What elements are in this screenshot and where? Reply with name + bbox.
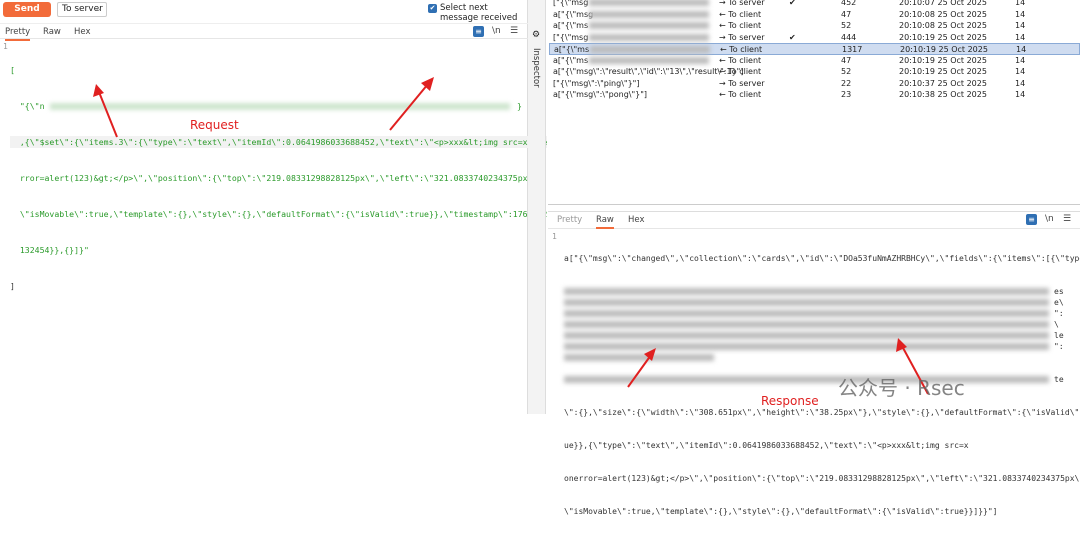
cell-n: 14	[1015, 0, 1026, 7]
cell-len: 52	[841, 21, 852, 30]
cell-dir: ← To client	[719, 55, 762, 65]
cell-n: 14	[1015, 55, 1026, 65]
cell-check: ✔	[789, 32, 796, 42]
cell-time: 20:10:07 25 Oct 2025	[899, 0, 987, 7]
redacted-block	[590, 46, 710, 53]
history-row[interactable]: a["{\"msg ← To client 47 20:10:08 25 Oct 20…	[549, 9, 1080, 21]
history-row[interactable]: a["{\"msg\":\"result\",\"id\":\"13\",\"r…	[549, 66, 1080, 78]
annotation-arrows	[627, 338, 929, 395]
cell-n: 14	[1015, 78, 1026, 88]
cell-msg: a["{\"ms	[553, 55, 589, 65]
cell-len: 444	[841, 32, 857, 42]
code-line: ]	[10, 281, 15, 291]
code-line: onerror=alert(123)&gt;</p>\",\"position\…	[564, 474, 1080, 483]
cell-n: 14	[1015, 21, 1026, 30]
cell-len: 47	[841, 9, 852, 19]
response-annotation: Response	[761, 394, 819, 408]
annotation-arrows	[93, 77, 434, 138]
history-row[interactable]: ["{\"msg → To server ✔ 452 20:10:07 25 Oct 2…	[549, 0, 1080, 9]
cell-len: 23	[841, 90, 852, 99]
cell-len: 47	[841, 55, 852, 65]
cell-dir: ← To client	[719, 90, 762, 99]
response-pane: Pretty Raw Hex ≡ \n ☰ 1 a["{\"msg\":\"ch…	[548, 211, 1080, 516]
redacted-block	[589, 0, 709, 6]
cell-msg: a["{\"msg	[553, 9, 594, 19]
cell-dir: ← To client	[719, 9, 762, 19]
redacted-block	[589, 33, 709, 41]
cell-len: 22	[841, 78, 852, 88]
history-row[interactable]: a["{\"msg\":\"pong\"}"] ← To client 23 20:1…	[549, 89, 1080, 101]
inspector-icon: ⚙	[532, 30, 541, 40]
cell-msg: a["{\"ms	[553, 21, 589, 30]
cell-dir: → To server	[719, 78, 765, 88]
cell-n: 14	[1015, 67, 1026, 76]
redacted-block	[589, 22, 709, 29]
cell-msg: ["{\"msg	[553, 32, 589, 42]
cell-dir: → To server	[719, 0, 765, 7]
cell-time: 20:10:19 25 Oct 2025	[899, 32, 987, 42]
cell-time: 20:10:37 25 Oct 2025	[899, 78, 987, 88]
code-line: rror=alert(123)&gt;</p>\",\"position\":{…	[10, 173, 548, 183]
code-line: \"isMovable\":true,\"template\":{},\"sty…	[10, 209, 548, 219]
cell-check: ✔	[789, 0, 796, 7]
code-line: ue}},{\"type\":\"text\",\"itemId\":0.064…	[564, 441, 969, 450]
request-pane: Send To server ⌄ ✔ Select next message re…	[0, 0, 548, 414]
cell-msg: a["{\"msg\":\"result\",\"id\":\"13\",\"r…	[553, 67, 744, 76]
cell-msg: ["{\"msg\":\"ping\"}"]	[553, 78, 640, 88]
watermark: 公众号 · Rsec	[838, 376, 965, 400]
redacted-block	[589, 56, 709, 64]
cell-n: 14	[1015, 9, 1026, 19]
cell-dir: → To server	[719, 32, 765, 42]
cell-len: 52	[841, 67, 852, 76]
history-row[interactable]: a["{\"ms ← To client 1317 20:10:19 25 Oct 2…	[549, 43, 1080, 55]
cell-n: 14	[1015, 90, 1026, 99]
cell-msg: ["{\"msg	[553, 0, 589, 7]
history-row[interactable]: ["{\"msg\":\"ping\"}"] → To server 22 20:10…	[549, 78, 1080, 90]
redacted-block	[589, 10, 709, 18]
request-annotation: Request	[190, 118, 239, 132]
cell-time: 20:10:08 25 Oct 2025	[899, 21, 987, 30]
cell-dir: ← To client	[719, 21, 762, 30]
cell-msg: a["{\"msg\":\"pong\"}"]	[553, 90, 648, 99]
code-line: \"isMovable\":true,\"template\":{},\"sty…	[564, 507, 998, 516]
code-line: 132454}},{}]}"	[10, 245, 89, 255]
history-row[interactable]: a["{\"ms ← To client 52 20:10:08 25 Oct 202…	[549, 20, 1080, 32]
cell-dir: ← To client	[719, 67, 762, 76]
cell-time: 20:10:19 25 Oct 2025	[899, 55, 987, 65]
cell-time: 20:10:08 25 Oct 2025	[899, 9, 987, 19]
history-row[interactable]: ["{\"msg → To server ✔ 444 20:10:19 25 Oct 2…	[549, 32, 1080, 44]
history-row[interactable]: a["{\"ms ← To client 47 20:10:19 25 Oct 202…	[549, 55, 1080, 67]
cell-len: 452	[841, 0, 857, 7]
cell-time: 20:10:38 25 Oct 2025	[899, 90, 987, 99]
inspector-label: Inspector	[531, 48, 541, 88]
cell-time: 20:10:19 25 Oct 2025	[899, 67, 987, 76]
cell-n: 14	[1015, 32, 1026, 42]
inspector-sidebar[interactable]: ⚙ Inspector	[528, 0, 546, 414]
